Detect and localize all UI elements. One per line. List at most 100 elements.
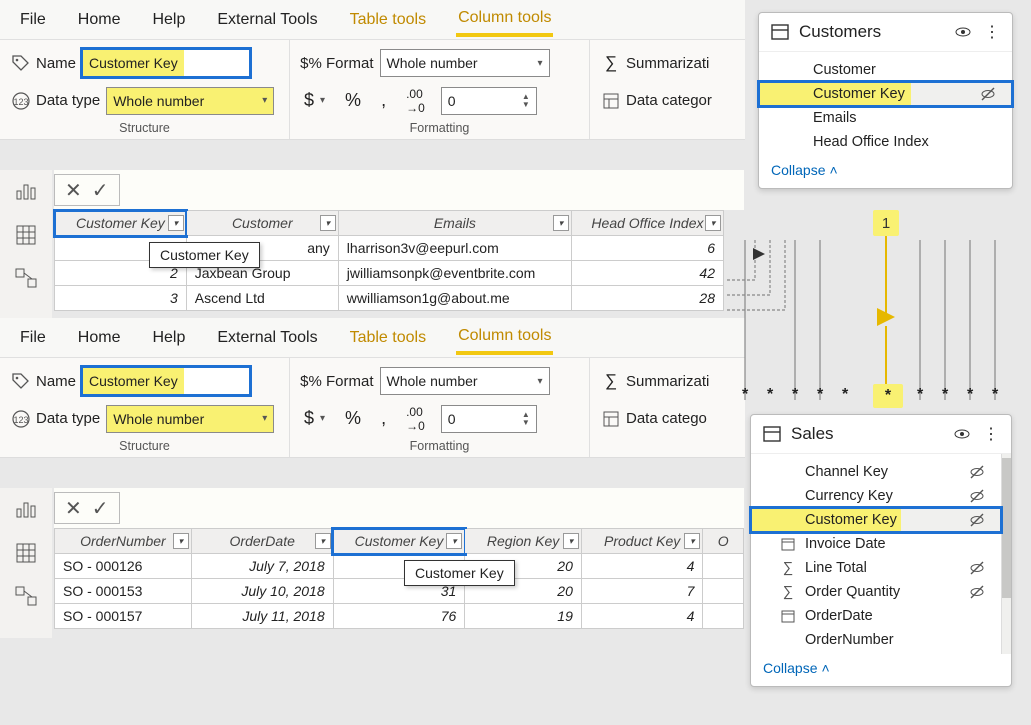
- table-icon: [769, 21, 791, 43]
- table-row[interactable]: SO - 000126 July 7, 2018 20 4: [55, 554, 744, 579]
- format-select[interactable]: Whole number▾: [380, 49, 550, 77]
- col-customer-key[interactable]: Customer Key▾: [333, 529, 465, 554]
- tab-table-tools[interactable]: Table tools: [348, 323, 429, 353]
- ribbon-tabs: File Home Help External Tools Table tool…: [0, 0, 745, 40]
- tab-file[interactable]: File: [18, 323, 48, 353]
- field-order-number[interactable]: OrderNumber: [751, 628, 1001, 652]
- more-icon[interactable]: ⋮: [982, 22, 1002, 42]
- col-order-date[interactable]: OrderDate▾: [191, 529, 333, 554]
- eye-icon[interactable]: [953, 425, 973, 443]
- datatype-select[interactable]: Whole number▾: [106, 405, 274, 433]
- hidden-icon[interactable]: [969, 488, 985, 504]
- filter-icon[interactable]: ▾: [315, 533, 331, 549]
- field-head-office[interactable]: Head Office Index: [759, 130, 1012, 154]
- chevron-up-icon: ˄: [821, 660, 829, 676]
- col-region-key[interactable]: Region Key▾: [465, 529, 582, 554]
- field-customer-key[interactable]: Customer Key: [759, 82, 1012, 106]
- datatype-select[interactable]: Whole number▾: [106, 87, 274, 115]
- percent-button[interactable]: %: [341, 408, 365, 429]
- commit-icon[interactable]: ✓: [92, 496, 109, 521]
- data-view-icon[interactable]: [11, 220, 41, 250]
- chevron-down-icon: ▾: [262, 413, 267, 424]
- tab-file[interactable]: File: [18, 5, 48, 35]
- decimals-stepper[interactable]: 0 ▲▼: [441, 405, 537, 433]
- cancel-icon[interactable]: ✕: [65, 496, 82, 521]
- filter-icon[interactable]: ▾: [563, 533, 579, 549]
- tab-column-tools[interactable]: Column tools: [456, 321, 553, 355]
- filter-icon[interactable]: ▾: [446, 533, 462, 549]
- filter-icon[interactable]: ▾: [168, 215, 184, 231]
- col-customer[interactable]: Customer ▾: [186, 211, 338, 236]
- data-view-icon[interactable]: [11, 538, 41, 568]
- tab-column-tools[interactable]: Column tools: [456, 3, 553, 37]
- field-currency-key[interactable]: Currency Key: [751, 484, 1001, 508]
- filter-icon[interactable]: ▾: [320, 215, 336, 231]
- formatting-group-label: Formatting: [300, 439, 579, 455]
- table-row[interactable]: SO - 000153 July 10, 2018 31 20 7: [55, 579, 744, 604]
- comma-button[interactable]: ,: [377, 408, 390, 429]
- field-order-date[interactable]: OrderDate: [751, 604, 1001, 628]
- field-emails[interactable]: Emails: [759, 106, 1012, 130]
- tab-home[interactable]: Home: [76, 5, 123, 35]
- commit-icon[interactable]: ✓: [92, 178, 109, 203]
- decimals-stepper[interactable]: 0 ▲▼: [441, 87, 537, 115]
- model-view-icon[interactable]: [11, 582, 41, 612]
- hidden-icon[interactable]: [969, 512, 985, 528]
- relationship-lines: [725, 230, 1025, 410]
- tab-external-tools[interactable]: External Tools: [215, 5, 319, 35]
- col-customer-key[interactable]: Customer Key ▾: [55, 211, 187, 236]
- table-row[interactable]: SO - 000157 July 11, 2018 76 19 4: [55, 604, 744, 629]
- currency-button[interactable]: $ ▾: [300, 90, 329, 111]
- field-line-total[interactable]: ∑ Line Total: [751, 556, 1001, 580]
- cardinality-many: *: [942, 386, 948, 404]
- col-cut[interactable]: O: [703, 529, 744, 554]
- structure-group-label: Structure: [10, 439, 279, 455]
- field-invoice-date[interactable]: Invoice Date: [751, 532, 1001, 556]
- collapse-link[interactable]: Collapse ˄: [751, 654, 1011, 686]
- format-label: $% Format: [300, 52, 374, 74]
- tab-external-tools[interactable]: External Tools: [215, 323, 319, 353]
- comma-button[interactable]: ,: [377, 90, 390, 111]
- chevron-down-icon: ▾: [537, 376, 542, 387]
- col-head-office-index[interactable]: Head Office Index ▾: [571, 211, 723, 236]
- column-tooltip: Customer Key: [404, 560, 515, 586]
- filter-icon[interactable]: ▾: [553, 215, 569, 231]
- chevron-down-icon: ▾: [262, 95, 267, 106]
- report-view-icon[interactable]: [11, 176, 41, 206]
- formula-actions: ✕ ✓: [54, 174, 120, 206]
- name-input[interactable]: Customer Key: [82, 367, 250, 395]
- col-emails[interactable]: Emails ▾: [338, 211, 571, 236]
- field-customer-key[interactable]: Customer Key: [751, 508, 1001, 532]
- hidden-icon[interactable]: [969, 464, 985, 480]
- currency-button[interactable]: $ ▾: [300, 408, 329, 429]
- filter-icon[interactable]: ▾: [173, 533, 189, 549]
- table-row[interactable]: 3 Ascend Ltd wwilliamson1g@about.me 28: [55, 286, 724, 311]
- decimal-decrease-button[interactable]: .00→0: [402, 87, 429, 115]
- hidden-icon[interactable]: [969, 584, 985, 600]
- ribbon-content-2: Name Customer Key 123 Data type Whole nu…: [0, 358, 745, 458]
- field-channel-key[interactable]: Channel Key: [751, 460, 1001, 484]
- name-input[interactable]: Customer Key: [82, 49, 250, 77]
- filter-icon[interactable]: ▾: [705, 215, 721, 231]
- percent-button[interactable]: %: [341, 90, 365, 111]
- format-select[interactable]: Whole number▾: [380, 367, 550, 395]
- eye-icon[interactable]: [954, 23, 974, 41]
- col-order-number[interactable]: OrderNumber▾: [55, 529, 192, 554]
- report-view-icon[interactable]: [11, 494, 41, 524]
- collapse-link[interactable]: Collapse ˄: [759, 156, 1012, 188]
- cancel-icon[interactable]: ✕: [65, 178, 82, 203]
- more-icon[interactable]: ⋮: [981, 424, 1001, 444]
- model-view-icon[interactable]: [11, 264, 41, 294]
- field-customer[interactable]: Customer: [759, 58, 1012, 82]
- filter-icon[interactable]: ▾: [684, 533, 700, 549]
- col-product-key[interactable]: Product Key▾: [581, 529, 703, 554]
- tab-table-tools[interactable]: Table tools: [348, 5, 429, 35]
- tab-home[interactable]: Home: [76, 323, 123, 353]
- hidden-icon[interactable]: [969, 560, 985, 576]
- tab-help[interactable]: Help: [150, 323, 187, 353]
- tab-help[interactable]: Help: [150, 5, 187, 35]
- decimal-decrease-button[interactable]: .00→0: [402, 405, 429, 433]
- hidden-icon[interactable]: [980, 86, 996, 102]
- field-order-quantity[interactable]: ∑ Order Quantity: [751, 580, 1001, 604]
- scrollbar[interactable]: [1001, 454, 1011, 654]
